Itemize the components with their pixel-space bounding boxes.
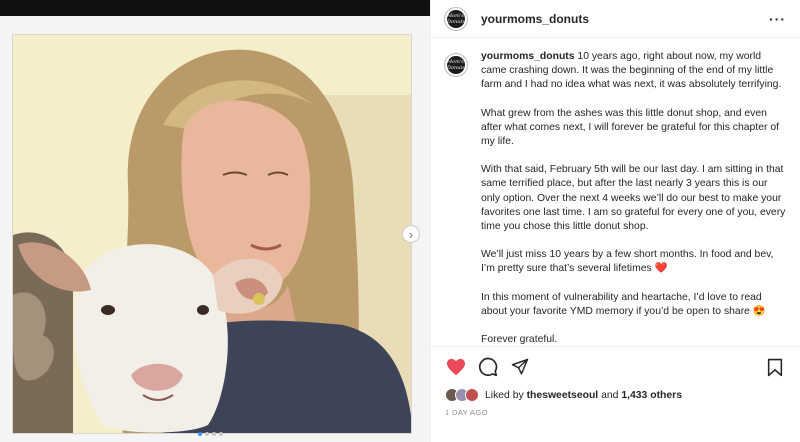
post-header: Mom's Donuts yourmoms_donuts ··· — [431, 0, 800, 38]
caption-area: Mom's Donuts yourmoms_donuts 10 years ag… — [431, 50, 800, 346]
liker-avatars — [445, 388, 479, 402]
photo-illustration — [13, 35, 411, 433]
caption-paragraph: Forever grateful. — [481, 334, 558, 346]
caption-paragraph: yourmoms_donuts 10 years ago, right abou… — [481, 50, 786, 93]
carousel-dot — [219, 432, 223, 436]
avatar-logo-text: Mom's Donuts — [446, 59, 466, 71]
bookmark-icon[interactable] — [764, 356, 786, 378]
more-options-icon[interactable]: ··· — [769, 11, 786, 27]
post-caption: yourmoms_donuts 10 years ago, right abou… — [481, 50, 786, 346]
caption-paragraph: What grew from the ashes was this little… — [481, 107, 780, 148]
likes-count-link[interactable]: 1,433 others — [621, 390, 682, 401]
avatar-logo-text: Mom's Donuts — [446, 12, 466, 25]
header-username[interactable]: yourmoms_donuts — [481, 12, 589, 26]
post-photo[interactable] — [12, 34, 412, 434]
caption-paragraph: In this moment of vulnerability and hear… — [481, 291, 766, 317]
post-timestamp[interactable]: 1 DAY AGO — [445, 408, 488, 417]
carousel-dots — [198, 432, 223, 436]
liker-username[interactable]: thesweetseoul — [527, 390, 599, 401]
carousel-next-button[interactable]: › — [402, 225, 420, 243]
post-media-pane: › — [0, 0, 430, 442]
post-side-panel: Mom's Donuts yourmoms_donuts ··· Mom's D… — [430, 0, 800, 442]
comment-icon[interactable] — [477, 356, 499, 378]
chevron-right-icon: › — [408, 226, 414, 242]
caption-username[interactable]: yourmoms_donuts — [481, 51, 575, 62]
caption-avatar[interactable]: Mom's Donuts — [445, 54, 467, 76]
caption-paragraph: We’ll just miss 10 years by a few short … — [481, 249, 774, 275]
account-avatar[interactable]: Mom's Donuts — [445, 7, 467, 30]
likes-summary: Liked by thesweetseoul and 1,433 others — [445, 388, 682, 402]
share-icon[interactable] — [509, 356, 531, 378]
actions-divider — [431, 346, 800, 347]
heart-icon[interactable] — [445, 356, 467, 378]
likes-conjunction: and — [601, 389, 619, 401]
likes-prefix: Liked by — [485, 389, 524, 401]
carousel-dot — [205, 432, 209, 436]
post-actions-bar — [445, 356, 786, 378]
caption-paragraph: With that said, February 5th will be our… — [481, 164, 786, 233]
browser-top-strip — [0, 0, 430, 16]
carousel-dot — [212, 432, 216, 436]
carousel-dot — [198, 432, 202, 436]
avatar[interactable] — [465, 388, 479, 402]
